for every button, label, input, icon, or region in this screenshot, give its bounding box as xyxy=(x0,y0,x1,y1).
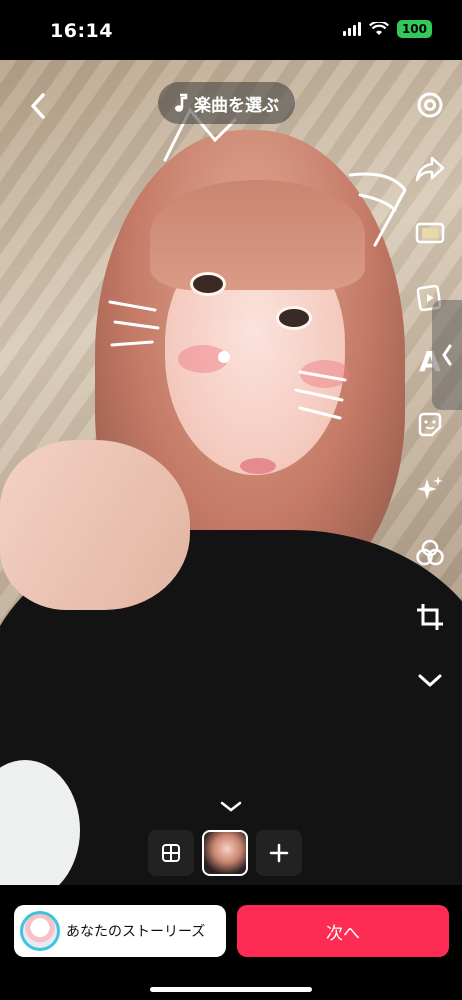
home-indicator xyxy=(150,987,312,992)
settings-button[interactable] xyxy=(410,85,450,125)
clip-thumbnail[interactable] xyxy=(202,830,248,876)
filters-icon xyxy=(416,539,444,566)
crop-icon xyxy=(417,604,443,630)
grid-icon xyxy=(162,844,180,862)
chevron-down-icon[interactable] xyxy=(219,800,243,814)
chevron-left-icon xyxy=(442,344,452,366)
cut-icon xyxy=(415,222,445,244)
filters-button[interactable] xyxy=(410,533,450,573)
crop-button[interactable] xyxy=(410,597,450,637)
status-time: 16:14 xyxy=(50,20,113,42)
chevron-left-icon xyxy=(31,93,45,119)
grid-layout-button[interactable] xyxy=(148,830,194,876)
music-label: 楽曲を選ぶ xyxy=(194,95,279,116)
add-clip-button[interactable] xyxy=(256,830,302,876)
expand-more-icon xyxy=(418,674,442,687)
sticker-icon xyxy=(418,412,442,437)
doodle-overlay xyxy=(108,107,407,420)
next-button[interactable]: 次へ xyxy=(237,905,449,957)
effects-button[interactable] xyxy=(410,469,450,509)
effects-icon xyxy=(417,476,443,499)
signal-icon xyxy=(342,22,361,36)
share-icon xyxy=(415,156,445,182)
sticker-button[interactable] xyxy=(410,405,450,445)
battery-icon: 100 xyxy=(396,20,432,38)
story-label: あなたのストーリーズ xyxy=(66,924,206,940)
back-button[interactable] xyxy=(22,90,54,122)
plus-icon xyxy=(269,843,289,863)
bottom-bar: あなたのストーリーズ 次へ xyxy=(0,885,462,1000)
your-story-button[interactable]: あなたのストーリーズ xyxy=(14,905,226,957)
music-note-icon xyxy=(175,93,188,112)
side-drawer-toggle[interactable] xyxy=(432,300,462,410)
clip-strip xyxy=(148,830,302,876)
more-tools-button[interactable] xyxy=(410,661,450,701)
cut-button[interactable] xyxy=(410,213,450,253)
settings-icon xyxy=(417,92,443,118)
status-bar: 16:14 100 xyxy=(0,0,462,60)
select-music-button[interactable]: 楽曲を選ぶ xyxy=(158,82,295,124)
wifi-icon xyxy=(368,22,389,35)
status-icons: 100 xyxy=(342,20,432,38)
avatar xyxy=(20,911,60,951)
share-button[interactable] xyxy=(410,149,450,189)
photo-canvas[interactable] xyxy=(0,60,462,885)
